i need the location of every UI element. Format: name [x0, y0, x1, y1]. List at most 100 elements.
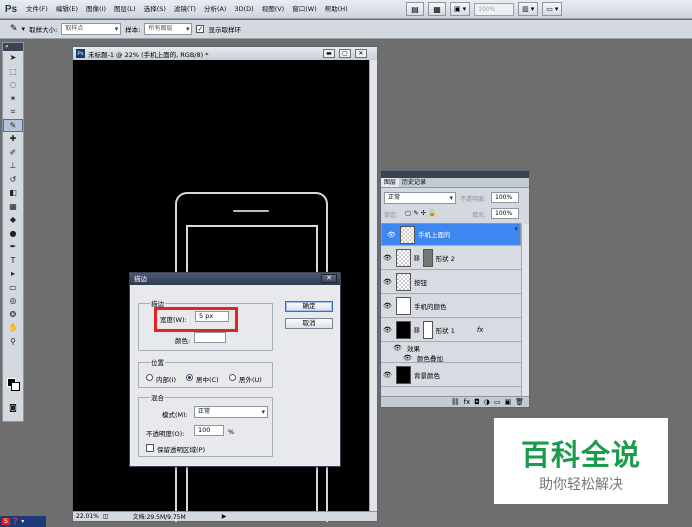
layer-row[interactable]: 👁 背景颜色 [381, 364, 521, 387]
ok-button[interactable]: 确定 [285, 301, 333, 312]
chevron-down-icon[interactable]: ▾ [22, 25, 26, 33]
dialog-title-bar[interactable]: 描边 ✕ [130, 273, 340, 285]
maximize-button[interactable]: ▢ [339, 49, 351, 58]
menu-3d[interactable]: 3D(D) [230, 0, 257, 19]
lock-icons[interactable]: ▢ ✎ ✢ 🔒 [405, 209, 436, 217]
menu-window[interactable]: 窗口(W) [288, 0, 321, 19]
status-zoom[interactable]: 22.01% [76, 513, 99, 520]
pen-tool-icon[interactable]: ✒ [3, 240, 23, 254]
layer-row[interactable]: 👁 ⛓ 形状 2 [381, 247, 521, 270]
menu-view[interactable]: 视图(V) [258, 0, 289, 19]
eye-icon[interactable]: 👁 [381, 302, 394, 310]
add-style-icon[interactable]: fx [464, 397, 471, 407]
menu-analysis[interactable]: 分析(A) [200, 0, 231, 19]
layer-row[interactable]: 👁 按钮 [381, 271, 521, 294]
hand-tool-icon[interactable]: ✋ [3, 321, 23, 335]
color-swatch[interactable] [194, 332, 226, 343]
layers-panel-header[interactable] [381, 171, 529, 178]
tools-panel-header[interactable]: » [3, 43, 23, 51]
marquee-tool-icon[interactable]: ⬚ [3, 65, 23, 79]
minimize-button[interactable]: ▬ [323, 49, 335, 58]
chevron-down-icon[interactable]: ▾ [21, 518, 24, 525]
path-selection-tool-icon[interactable]: ▸ [3, 267, 23, 281]
eyedropper-tool-icon[interactable]: ✎ [3, 118, 23, 132]
help-icon[interactable]: ❓ [12, 518, 19, 525]
move-tool-icon[interactable]: ➤ [3, 51, 23, 65]
status-menu-arrow-icon[interactable]: ▶ [222, 513, 227, 520]
zoom-level-field[interactable]: 100% [474, 2, 515, 16]
layer-row[interactable]: 👁 手机上面的 [381, 223, 521, 246]
dialog-close-button[interactable]: ✕ [321, 274, 337, 283]
inside-radio[interactable] [146, 374, 153, 381]
brush-tool-icon[interactable]: ✐ [3, 146, 23, 160]
center-radio[interactable] [186, 374, 193, 381]
layer-row[interactable]: 👁 手机的颜色 [381, 295, 521, 318]
status-info-icon[interactable]: ◫ [103, 513, 109, 520]
show-ring-checkbox[interactable]: ✓ [196, 25, 205, 33]
healing-brush-tool-icon[interactable]: ✚ [3, 132, 23, 146]
layers-scrollbar[interactable] [521, 224, 529, 396]
3d-orbit-tool-icon[interactable]: ❂ [3, 308, 23, 322]
link-layers-icon[interactable]: ⛓ [451, 397, 460, 407]
eye-icon[interactable]: 👁 [381, 326, 394, 334]
eye-icon[interactable]: 👁 [381, 371, 394, 379]
tab-layers[interactable]: 图层 [381, 178, 400, 187]
close-button[interactable]: ✕ [355, 49, 367, 58]
eye-icon[interactable]: 👁 [381, 278, 394, 286]
zoom-tool-icon[interactable]: ⚲ [3, 335, 23, 349]
lasso-tool-icon[interactable]: ◌ [3, 78, 23, 92]
eye-icon[interactable]: 👁 [385, 230, 398, 240]
menu-help[interactable]: 帮助(H) [321, 0, 352, 19]
new-layer-icon[interactable]: ▣ [504, 397, 511, 407]
vertical-scrollbar[interactable] [369, 60, 377, 513]
eyedropper-icon[interactable]: ✎ [10, 24, 18, 34]
fill-input[interactable]: 100% [491, 208, 519, 219]
eye-icon[interactable]: 👁 [391, 344, 404, 352]
menu-edit[interactable]: 编辑(E) [52, 0, 82, 19]
sample-select[interactable]: 所有图层 [144, 23, 193, 35]
menu-select[interactable]: 选择(S) [140, 0, 170, 19]
background-color-swatch[interactable] [11, 382, 20, 391]
type-tool-icon[interactable]: T [3, 254, 23, 268]
effects-row[interactable]: 👁 效果 [381, 343, 521, 353]
view-extras-dropdown[interactable]: ▣ ▾ [450, 2, 471, 16]
opacity-input[interactable]: 100 [194, 425, 224, 436]
shape-tool-icon[interactable]: ▭ [3, 281, 23, 295]
eye-icon[interactable]: 👁 [401, 354, 414, 362]
layer-row[interactable]: 👁 ⛓ 形状 1 fx [381, 319, 521, 342]
ime-icon[interactable]: S [2, 518, 10, 525]
cancel-button[interactable]: 取消 [285, 318, 333, 329]
add-mask-icon[interactable]: ◘ [474, 397, 480, 407]
bridge-icon[interactable]: ▤ [406, 2, 424, 16]
fx-badge[interactable]: fx [477, 326, 484, 334]
sample-size-select[interactable]: 取样点 [61, 23, 122, 35]
menu-image[interactable]: 图像(I) [82, 0, 110, 19]
3d-rotate-tool-icon[interactable]: ◎ [3, 294, 23, 308]
new-group-icon[interactable]: ▭ [494, 397, 501, 407]
delete-layer-icon[interactable]: 🗑 [515, 397, 524, 407]
crop-tool-icon[interactable]: ⌗ [3, 105, 23, 119]
color-overlay-row[interactable]: 👁 颜色叠加 [381, 353, 521, 363]
history-brush-tool-icon[interactable]: ↺ [3, 173, 23, 187]
preserve-transparency-checkbox[interactable] [146, 444, 154, 452]
menu-filter[interactable]: 滤镜(T) [170, 0, 200, 19]
magic-wand-tool-icon[interactable]: ✶ [3, 92, 23, 106]
eye-icon[interactable]: 👁 [381, 254, 394, 262]
clone-stamp-tool-icon[interactable]: ⊥ [3, 159, 23, 173]
tab-history[interactable]: 历史记录 [399, 178, 429, 187]
outside-radio[interactable] [229, 374, 236, 381]
minibridge-icon[interactable]: ▦ [428, 2, 446, 16]
adjustment-layer-icon[interactable]: ◑ [484, 397, 490, 407]
eraser-tool-icon[interactable]: ◧ [3, 186, 23, 200]
menu-layer[interactable]: 图层(L) [110, 0, 140, 19]
gradient-tool-icon[interactable]: ▦ [3, 200, 23, 214]
screen-mode-dropdown[interactable]: ▭ ▾ [542, 2, 563, 16]
arrange-documents-dropdown[interactable]: ▥ ▾ [518, 2, 539, 16]
quick-mask-icon[interactable]: ◙ [3, 401, 23, 415]
mode-select[interactable]: 正常 [194, 406, 268, 418]
menu-file[interactable]: 文件(F) [22, 0, 52, 19]
dodge-tool-icon[interactable]: ● [3, 227, 23, 241]
layer-opacity-input[interactable]: 100% [491, 192, 519, 203]
blur-tool-icon[interactable]: ◆ [3, 213, 23, 227]
layer-blend-select[interactable]: 正常 [384, 192, 456, 204]
